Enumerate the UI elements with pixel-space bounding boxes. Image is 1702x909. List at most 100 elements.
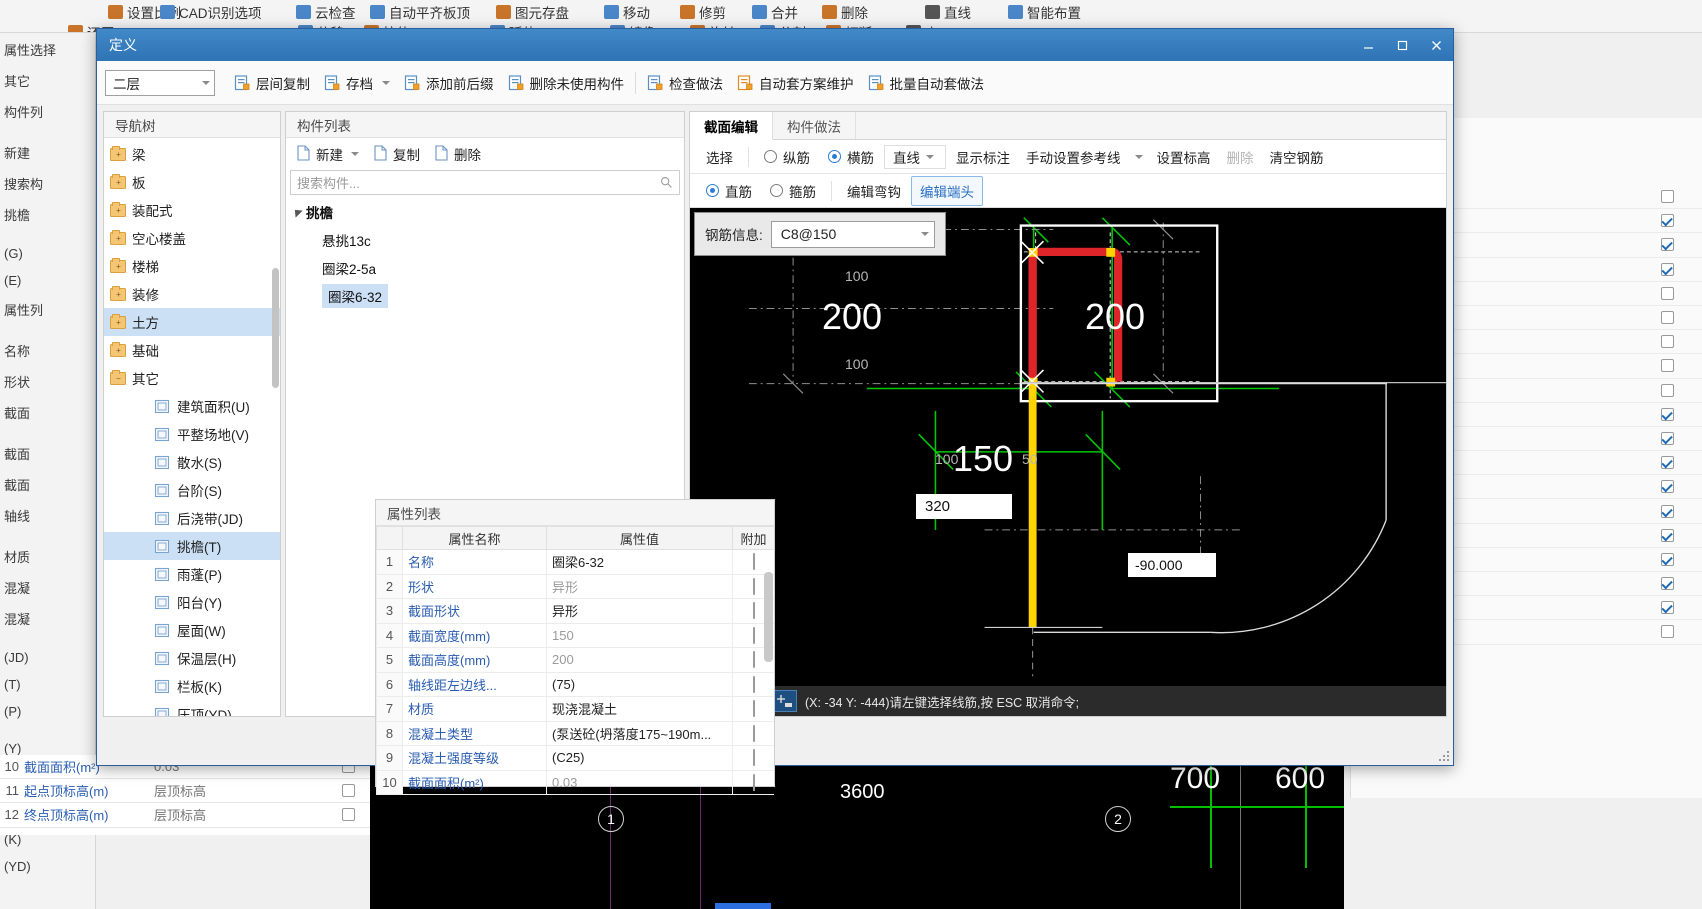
row-attach-cell[interactable] (732, 696, 774, 722)
chevron-down-icon[interactable] (382, 80, 390, 85)
attach-checkbox[interactable] (752, 577, 755, 595)
editor-button-手动设置参考线[interactable]: 手动设置参考线 (1018, 143, 1129, 171)
nav-item-5[interactable]: + 装修 (104, 280, 280, 308)
nav-item-16[interactable]: 阳台(Y) (104, 588, 280, 616)
nav-item-12[interactable]: 台阶(S) (104, 476, 280, 504)
display-row-checkbox[interactable] (1661, 528, 1674, 542)
radio-stirrup[interactable]: 箍筋 (762, 181, 824, 201)
display-row-checkbox[interactable] (1661, 238, 1674, 252)
component-copy-doc-button[interactable]: 复制 (367, 141, 426, 167)
toolbar-auto-scheme-button[interactable]: 自动套方案维护 (730, 69, 861, 97)
properties-row[interactable]: 10 截面面积(m²) 0.03 (376, 769, 774, 795)
display-row-checkbox[interactable] (1661, 456, 1674, 470)
chevron-down-icon[interactable] (1134, 154, 1143, 159)
nav-item-14[interactable]: 挑檐(T) (104, 532, 280, 560)
display-row-checkbox[interactable] (1661, 359, 1674, 373)
close-button[interactable] (1419, 29, 1453, 61)
properties-row[interactable]: 1 名称 圈梁6-32 (376, 549, 774, 575)
display-row-checkbox[interactable] (1661, 311, 1674, 325)
ribbon-item-3[interactable]: 自动平齐板顶 (370, 2, 470, 22)
radio-longitudinal-rebar[interactable]: 纵筋 (756, 147, 818, 167)
minimize-button[interactable] (1351, 29, 1385, 61)
nav-item-13[interactable]: 后浇带(JD) (104, 504, 280, 532)
attach-checkbox[interactable] (752, 749, 755, 767)
row-attach-cell[interactable] (732, 745, 774, 771)
attach-checkbox[interactable] (752, 675, 755, 693)
expand-toggle-icon[interactable]: + (115, 150, 122, 158)
attach-checkbox[interactable] (752, 724, 755, 742)
display-row-checkbox[interactable] (1661, 214, 1674, 228)
display-row-checkbox[interactable] (1661, 504, 1674, 518)
nav-item-7[interactable]: + 基础 (104, 336, 280, 364)
row-value[interactable]: 现浇混凝土 (546, 696, 733, 722)
component-delete-doc-button[interactable]: 删除 (428, 141, 487, 167)
properties-row[interactable]: 9 混凝土强度等级 (C25) (376, 745, 774, 771)
expand-toggle-icon[interactable] (291, 206, 303, 218)
nav-item-1[interactable]: + 板 (104, 168, 280, 196)
display-row-checkbox[interactable] (1661, 335, 1674, 349)
toolbar-check-method-button[interactable]: 检查做法 (640, 69, 730, 97)
component-new-doc-button[interactable]: 新建 (290, 141, 365, 167)
resize-grip[interactable] (1439, 751, 1451, 763)
row-value[interactable]: 150 (546, 622, 733, 648)
component-item-1[interactable]: 圈梁2-5a (286, 254, 684, 282)
properties-row[interactable]: 3 截面形状 异形 (376, 598, 774, 624)
ribbon-item-8[interactable]: 删除 (822, 2, 868, 22)
edit-hook-button[interactable]: 编辑弯钩 (839, 177, 909, 205)
expand-toggle-icon[interactable]: + (115, 290, 122, 298)
nav-item-15[interactable]: 雨蓬(P) (104, 560, 280, 588)
properties-row[interactable]: 4 截面宽度(mm) 150 (376, 622, 774, 648)
properties-row[interactable]: 7 材质 现浇混凝土 (376, 696, 774, 722)
component-group[interactable]: 挑檐 (286, 198, 684, 226)
expand-toggle-icon[interactable]: + (115, 346, 122, 354)
tab-0[interactable]: 截面编辑 (690, 112, 773, 140)
nav-item-18[interactable]: 保温层(H) (104, 644, 280, 672)
editor-button-清空钢筋[interactable]: 清空钢筋 (1262, 143, 1332, 171)
toolbar-add-affix-button[interactable]: 添加前后缀 (397, 69, 501, 97)
properties-row[interactable]: 8 混凝土类型 (泵送砼(坍落度175~190m... (376, 720, 774, 746)
floor-select[interactable]: 二层 (105, 69, 215, 96)
tab-1[interactable]: 构件做法 (773, 112, 856, 139)
display-row-checkbox[interactable] (1661, 190, 1674, 204)
row-value[interactable]: 异形 (546, 598, 733, 624)
display-row-checkbox[interactable] (1661, 625, 1674, 639)
attach-checkbox[interactable] (752, 773, 755, 791)
line-mode-select[interactable]: 直线 (884, 144, 946, 169)
rebar-info-select[interactable]: C8@150 (770, 220, 935, 248)
expand-toggle-icon[interactable]: + (115, 262, 122, 270)
ribbon-item-6[interactable]: 修剪 (680, 2, 726, 22)
display-row-checkbox[interactable] (1661, 577, 1674, 591)
editor-button-设置标高[interactable]: 设置标高 (1149, 143, 1219, 171)
expand-toggle-icon[interactable]: + (115, 318, 122, 326)
nav-item-9[interactable]: 建筑面积(U) (104, 392, 280, 420)
ribbon-item-10[interactable]: 智能布置 (1008, 2, 1081, 22)
nav-item-10[interactable]: 平整场地(V) (104, 420, 280, 448)
toolbar-archive-button[interactable]: 存档 (317, 69, 397, 97)
ribbon-item-1[interactable]: CAD识别选项 (160, 2, 262, 22)
maximize-button[interactable] (1385, 29, 1419, 61)
nav-item-2[interactable]: + 装配式 (104, 196, 280, 224)
nav-item-17[interactable]: 屋面(W) (104, 616, 280, 644)
section-canvas[interactable]: 钢筋信息: C8@150 100 200 100 200 150 100 50 … (690, 208, 1446, 686)
properties-row[interactable]: 2 形状 异形 (376, 573, 774, 599)
component-search-input[interactable]: 搜索构件... (290, 170, 680, 195)
properties-scrollbar[interactable] (764, 572, 773, 662)
properties-row[interactable]: 5 截面高度(mm) 200 (376, 647, 774, 673)
editor-button-显示标注[interactable]: 显示标注 (948, 143, 1018, 171)
row-value[interactable]: (C25) (546, 745, 733, 771)
nav-tree-scrollbar[interactable] (272, 268, 279, 388)
row-value[interactable]: 200 (546, 647, 733, 673)
attach-checkbox[interactable] (752, 626, 755, 644)
display-row-checkbox[interactable] (1661, 552, 1674, 566)
row-attach-cell[interactable] (732, 720, 774, 746)
row-value[interactable]: 异形 (546, 573, 733, 599)
expand-toggle-icon[interactable]: + (115, 234, 122, 242)
row-attach-cell[interactable] (732, 671, 774, 697)
row-value[interactable]: (泵送砼(坍落度175~190m... (546, 720, 733, 746)
row-value[interactable]: 圈梁6-32 (546, 549, 733, 575)
nav-item-0[interactable]: + 梁 (104, 140, 280, 168)
display-row-checkbox[interactable] (1661, 262, 1674, 276)
toolbar-batch-auto-button[interactable]: 批量自动套做法 (861, 69, 992, 97)
toolbar-delete-unused-button[interactable]: 删除未使用构件 (501, 69, 632, 97)
row-attach-cell[interactable] (732, 769, 774, 795)
